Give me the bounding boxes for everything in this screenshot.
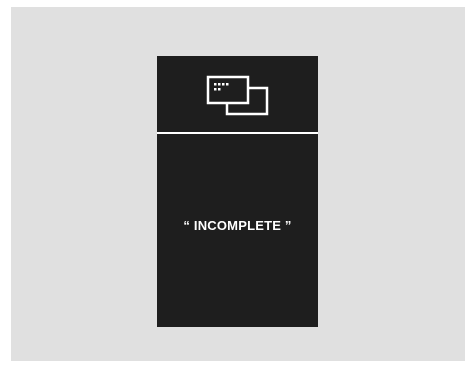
display-screen: “ INCOMPLETE ” <box>157 56 318 327</box>
status-message: “ INCOMPLETE ” <box>183 218 292 233</box>
screen-mirroring-icon <box>206 75 269 116</box>
icon-area <box>157 56 318 132</box>
divider-line <box>157 132 318 134</box>
